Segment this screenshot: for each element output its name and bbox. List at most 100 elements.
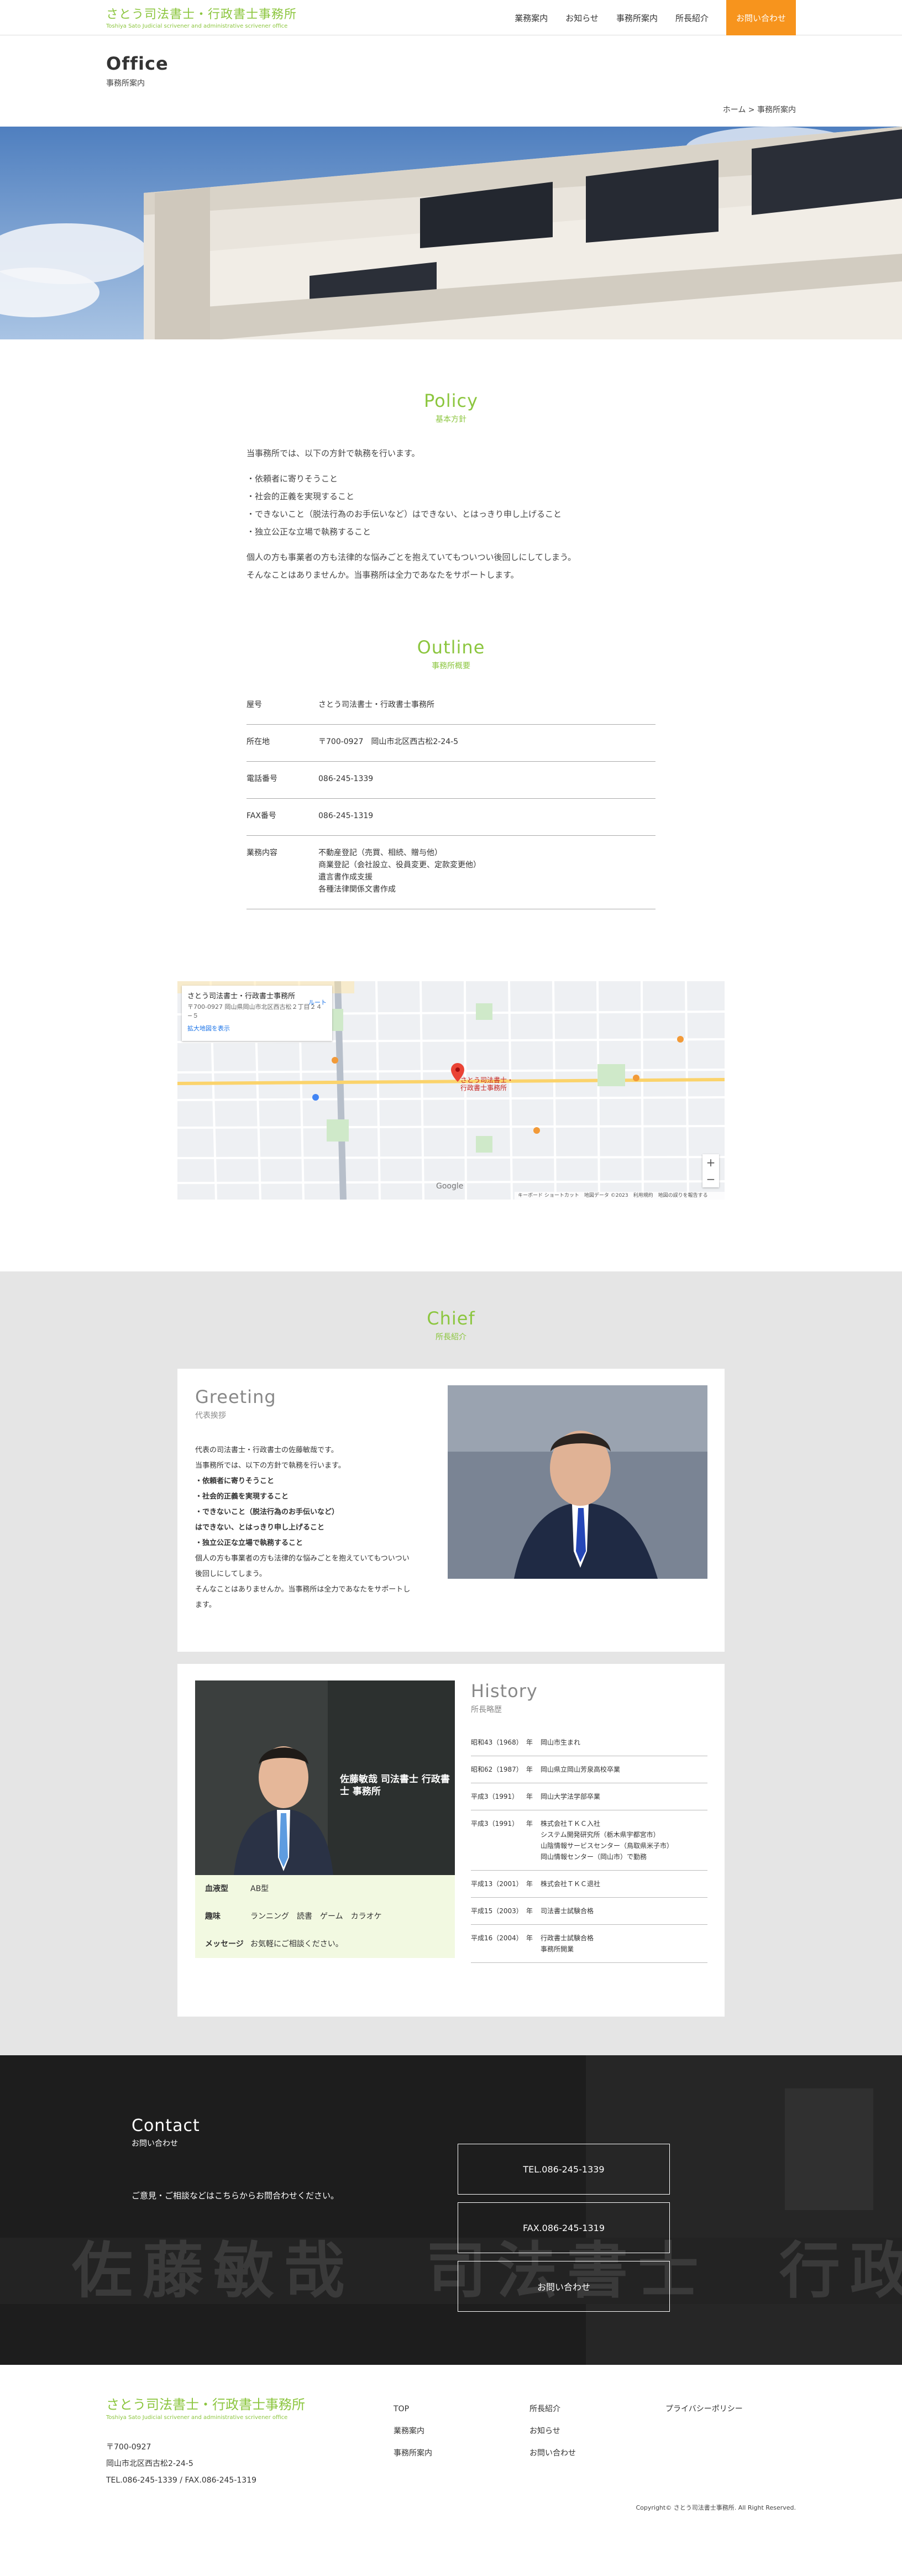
- history-event-line: システム開発研究所（栃木県宇都宮市）: [541, 1831, 660, 1839]
- zoom-out-icon[interactable]: −: [702, 1171, 719, 1187]
- outline-label: 所在地: [247, 724, 318, 762]
- history-subtitle: 所長略歴: [471, 1705, 502, 1714]
- table-row: 昭和43（1968） 年 岡山市生まれ: [471, 1729, 707, 1756]
- outline-table: 屋号 さとう司法書士・行政書士事務所 所在地 〒700-0927 岡山市北区西古…: [247, 688, 655, 909]
- table-row: 趣味 ランニング 読書 ゲーム カラオケ: [195, 1903, 455, 1930]
- nav-services[interactable]: 業務案内: [515, 12, 548, 24]
- footer-link-news[interactable]: お知らせ: [529, 2420, 576, 2442]
- footer-link-chief[interactable]: 所長紹介: [529, 2398, 576, 2420]
- profile-label: 趣味: [205, 1912, 221, 1921]
- outline-heading-ja: 事務所概要: [432, 662, 470, 671]
- header-contact-button[interactable]: お問い合わせ: [726, 0, 796, 35]
- outline-value: 086-245-1319: [318, 798, 655, 836]
- footer-logo-title: さとう司法書士・行政書士事務所: [106, 2397, 305, 2412]
- history-event: 司法書士試験合格: [541, 1897, 707, 1925]
- map-zoom-control[interactable]: + −: [702, 1154, 719, 1187]
- greeting-card: Greeting 代表挨拶 代表の司法書士・行政書士の佐藤敏哉です。 当事務所で…: [177, 1369, 725, 1652]
- history-unit: 年: [526, 1870, 541, 1898]
- global-nav: 業務案内 お知らせ 事務所案内 所長紹介: [497, 0, 709, 35]
- profile-label: メッセージ: [205, 1940, 244, 1949]
- nav-chief[interactable]: 所長紹介: [675, 12, 709, 24]
- history-event: 岡山県立岡山芳泉高校卒業: [541, 1756, 707, 1783]
- greeting-line: 当事務所では、以下の方針で執務を行います。: [195, 1462, 345, 1470]
- footer-link-contact[interactable]: お問い合わせ: [529, 2442, 576, 2464]
- google-logo: Google: [436, 1182, 464, 1191]
- policy-item: ・独立公正な立場で執務すること: [247, 527, 371, 537]
- chief-portrait-photo: [448, 1385, 707, 1579]
- outline-value: 不動産登記（売買、相続、贈与他） 商業登記（会社設立、役員変更、定款変更他） 遺…: [318, 835, 655, 909]
- service-item: 遺言書作成支援: [318, 873, 373, 882]
- map-enlarge-link[interactable]: 拡大地図を表示: [187, 1024, 327, 1033]
- footer-logo-subtitle: Toshiya Sato Judicial scrivener and admi…: [106, 2415, 288, 2421]
- history-event-line: 事務所開業: [541, 1945, 574, 1953]
- footer-street: 岡山市北区西古松2-24-5: [106, 2459, 193, 2468]
- policy-section: Policy 基本方針 当事務所では、以下の方針で執務を行います。 ・依頼者に寄…: [0, 339, 902, 584]
- table-row: 所在地 〒700-0927 岡山市北区西古松2-24-5: [247, 724, 655, 762]
- logo-subtitle: Toshiya Sato Judicial scrivener and admi…: [106, 23, 288, 29]
- footer-link-privacy[interactable]: プライバシーポリシー: [665, 2398, 743, 2420]
- map-pin-label: さとう司法書士・ 行政書士事務所: [460, 1076, 513, 1092]
- chief-heading: Chief: [427, 1308, 475, 1329]
- footer-logo[interactable]: さとう司法書士・行政書士事務所 Toshiya Sato Judicial sc…: [106, 2394, 305, 2421]
- history-event-line: 行政書士試験合格: [541, 1934, 594, 1942]
- contact-heading-ja: お問い合わせ: [132, 2139, 178, 2148]
- google-map[interactable]: さとう司法書士・行政書士事務所 〒700-0927 岡山県岡山市北区西古松２丁目…: [177, 981, 725, 1200]
- map-footer-bar[interactable]: キーボード ショートカット 地図データ ©2023 利用規約 地図の誤りを報告す…: [515, 1192, 725, 1200]
- history-year: 平成3（1991）: [471, 1783, 526, 1810]
- outline-value: 086-245-1339: [318, 761, 655, 799]
- history-year: 昭和43（1968）: [471, 1729, 526, 1756]
- history-event: 株式会社ＴＫＣ退社: [541, 1870, 707, 1898]
- history-year: 平成16（2004）: [471, 1924, 526, 1963]
- greeting-line: ・独立公正な立場で執務すること: [195, 1539, 303, 1547]
- footer-zip: 〒700-0927: [106, 2443, 151, 2452]
- outline-heading: Outline: [417, 637, 485, 658]
- footer-link-top[interactable]: TOP: [394, 2398, 432, 2420]
- profile-label: 血液型: [205, 1884, 228, 1893]
- table-row: 平成3（1991） 年 岡山大学法学部卒業: [471, 1783, 707, 1810]
- outline-value: 〒700-0927 岡山市北区西古松2-24-5: [318, 724, 655, 762]
- fax-button[interactable]: FAX.086-245-1319: [458, 2202, 670, 2253]
- footer-link-office[interactable]: 事務所案内: [394, 2442, 432, 2464]
- table-row: 平成15（2003） 年 司法書士試験合格: [471, 1897, 707, 1925]
- policy-item: ・依頼者に寄りそうこと: [247, 474, 338, 484]
- map-info-title: さとう司法書士・行政書士事務所: [187, 992, 296, 1001]
- policy-intro: 当事務所では、以下の方針で執務を行います。: [247, 448, 420, 458]
- greeting-line: ・できないこと（脱法行為のお手伝いなど）: [195, 1508, 339, 1516]
- table-row: メッセージ お気軽にご相談ください。: [195, 1930, 455, 1958]
- contact-section: 佐藤敏哉 司法書士 行政書士 事務所 Contact お問い合わせ ご意見・ご相…: [0, 2055, 902, 2365]
- service-item: 商業登記（会社設立、役員変更、定款変更他）: [318, 861, 481, 870]
- policy-body: 当事務所では、以下の方針で執務を行います。 ・依頼者に寄りそうこと ・社会的正義…: [247, 444, 655, 584]
- greeting-line: ・依頼者に寄りそうこと: [195, 1477, 275, 1485]
- policy-item: ・できないこと（脱法行為のお手伝いなど）はできない、とはっきり申し上げること: [247, 509, 562, 519]
- policy-item: ・社会的正義を実現すること: [247, 491, 355, 501]
- greeting-line: ます。: [195, 1601, 216, 1609]
- zoom-in-icon[interactable]: +: [702, 1154, 719, 1171]
- contact-background: [0, 2055, 902, 2365]
- outline-section: Outline 事務所概要 屋号 さとう司法書士・行政書士事務所 所在地 〒70…: [0, 584, 902, 909]
- table-row: 屋号 さとう司法書士・行政書士事務所: [247, 688, 655, 725]
- outline-label: 屋号: [247, 688, 318, 725]
- breadcrumb[interactable]: ホーム > 事務所案内: [723, 104, 796, 115]
- contact-form-button[interactable]: お問い合わせ: [458, 2261, 670, 2312]
- site-header: さとう司法書士・行政書士事務所 Toshiya Sato Judicial sc…: [0, 0, 902, 35]
- outline-label: 業務内容: [247, 835, 318, 909]
- table-row: 昭和62（1987） 年 岡山県立岡山芳泉高校卒業: [471, 1756, 707, 1783]
- greeting-line: 後回しにしてしまう。: [195, 1570, 266, 1578]
- site-logo[interactable]: さとう司法書士・行政書士事務所 Toshiya Sato Judicial sc…: [106, 4, 297, 29]
- footer-address: 〒700-0927 岡山市北区西古松2-24-5 TEL.086-245-133…: [106, 2439, 256, 2489]
- nav-news[interactable]: お知らせ: [565, 12, 599, 24]
- history-unit: 年: [526, 1924, 541, 1963]
- history-unit: 年: [526, 1729, 541, 1756]
- history-event: 岡山大学法学部卒業: [541, 1783, 707, 1810]
- nav-office[interactable]: 事務所案内: [616, 12, 658, 24]
- policy-heading: Policy: [423, 390, 479, 411]
- history-unit: 年: [526, 1810, 541, 1871]
- site-footer: さとう司法書士・行政書士事務所 Toshiya Sato Judicial sc…: [0, 2365, 902, 2531]
- page-title: Office: [106, 53, 169, 74]
- map-route-link[interactable]: ルート: [308, 998, 327, 1007]
- portrait-image: [448, 1385, 707, 1579]
- tel-button[interactable]: TEL.086-245-1339: [458, 2144, 670, 2195]
- footer-link-services[interactable]: 業務案内: [394, 2420, 432, 2442]
- map-pin-label-line: 行政書士事務所: [460, 1084, 507, 1092]
- history-year: 平成15（2003）: [471, 1897, 526, 1925]
